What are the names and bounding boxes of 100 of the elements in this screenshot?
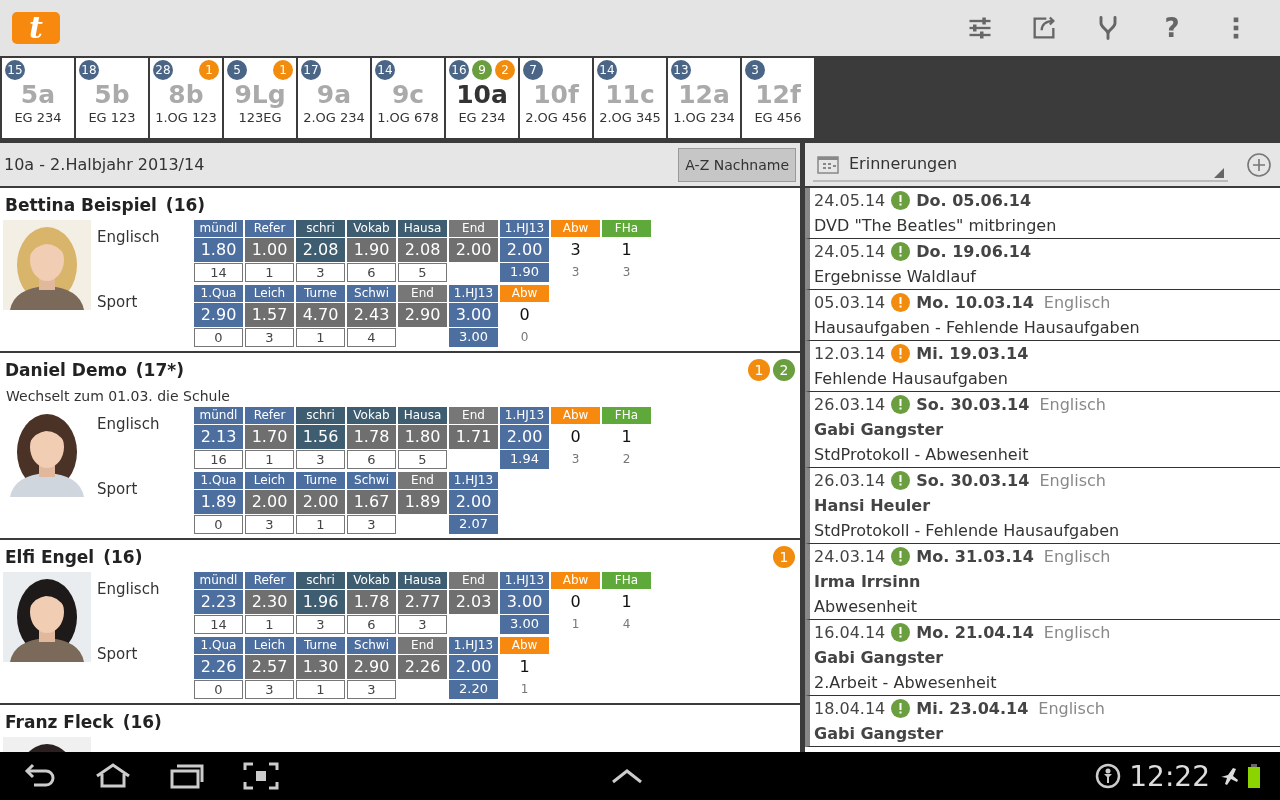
subject-name: Sport (97, 480, 138, 498)
class-tab[interactable]: 5 1 9Lg 123EG (224, 58, 296, 138)
grade-count: 0 (519, 329, 530, 346)
grade-count: 1 (570, 616, 581, 633)
column-header: Hausa (398, 572, 447, 589)
student-count: (16) (165, 195, 206, 215)
grade-value: 2.00 (296, 490, 345, 514)
class-tab[interactable]: 3 12f EG 456 (742, 58, 814, 138)
help-button[interactable]: ? (1140, 13, 1204, 43)
grade-value: 3.00 (500, 590, 549, 614)
column-header: 1.Qua (194, 637, 243, 654)
grade-count: 1 (245, 615, 294, 634)
grade-count: 3 (347, 515, 396, 534)
column-header: 1.Qua (194, 472, 243, 489)
column-header: Vokab (347, 572, 396, 589)
grade-value: 1.78 (347, 425, 396, 449)
class-tab[interactable]: 16 9 2 10a EG 234 (446, 58, 518, 138)
sort-button[interactable]: A-Z Nachname (678, 147, 796, 182)
grade-value: 3 (569, 239, 582, 261)
grade-value: 2.43 (347, 303, 396, 327)
grade-count: 1 (296, 515, 345, 534)
created-date: 05.03.14 (814, 293, 886, 312)
grade-count: 3 (570, 264, 581, 281)
class-tab[interactable]: 28 1 8b 1.OG 123 (150, 58, 222, 138)
column-header: FHa (602, 220, 651, 237)
subject-name: Sport (97, 293, 138, 311)
grade-value: 1 (518, 656, 531, 678)
clock-time: 12:22 (1129, 759, 1210, 793)
student-name: Gabi Gangster (814, 419, 945, 441)
student-name: Gabi Gangster (814, 723, 945, 745)
grade-value: 2.00 (500, 425, 549, 449)
column-header: Abw (500, 637, 549, 654)
due-date: Mo. 10.03.14 (916, 293, 1034, 312)
count-badge: 5 (227, 60, 247, 80)
column-header: End (449, 220, 498, 237)
class-tab[interactable]: 18 5b EG 123 (76, 58, 148, 138)
reminder-text: Abwesenheit (814, 596, 919, 618)
column-header: 1.HJ13 (449, 472, 498, 489)
grade-count: 4 (347, 328, 396, 347)
column-header: Refer (245, 407, 294, 424)
column-header: Leich (245, 637, 294, 654)
count-badge: 14 (375, 60, 395, 80)
grade-count: 5 (398, 450, 447, 469)
grade-value: 1.80 (194, 238, 243, 262)
battery-icon (1248, 764, 1260, 788)
grade-count: 3 (245, 328, 294, 347)
screenshot-icon[interactable] (242, 761, 280, 791)
created-date: 26.03.14 (814, 471, 886, 490)
reminder-subject: Englisch (1043, 293, 1111, 312)
grade-count: 1 (519, 681, 530, 698)
grade-value: 1.70 (245, 425, 294, 449)
grade-value: 0 (569, 591, 582, 613)
grade-value: 2.26 (398, 655, 447, 679)
due-date: Mo. 31.03.14 (916, 547, 1034, 566)
column-header: 1.HJ13 (500, 220, 549, 237)
class-tab[interactable]: 13 12a 1.OG 234 (668, 58, 740, 138)
class-tab[interactable]: 7 10f 2.OG 456 (520, 58, 592, 138)
grade-count: 6 (347, 450, 396, 469)
grade-value: 2.03 (449, 590, 498, 614)
grade-count: 1 (245, 450, 294, 469)
column-header: Abw (500, 285, 549, 302)
column-header: Vokab (347, 220, 396, 237)
grade-count: 0 (194, 515, 243, 534)
count-badge: 2 (495, 60, 515, 80)
student-count: (16) (103, 547, 143, 567)
grade-count: 2 (621, 451, 632, 468)
column-header: schri (296, 572, 345, 589)
grade-value: 2.77 (398, 590, 447, 614)
class-tab[interactable]: 15 5a EG 234 (2, 58, 74, 138)
class-tab[interactable]: 14 11c 2.OG 345 (594, 58, 666, 138)
grade-value: 2.20 (449, 680, 498, 699)
column-header: Abw (551, 407, 600, 424)
grade-count: 4 (621, 616, 632, 633)
dropdown-caret-icon (1214, 167, 1224, 178)
created-date: 18.04.14 (814, 699, 886, 718)
alert-badge: 1 (773, 546, 795, 568)
student-name: Bettina Beispiel (5, 195, 157, 215)
reminder-subject: Englisch (1043, 623, 1111, 642)
grade-value: 2.30 (245, 590, 294, 614)
count-badge: 9 (472, 60, 492, 80)
count-badge: 13 (671, 60, 691, 80)
grade-count: 3 (398, 615, 447, 634)
add-icon[interactable] (1246, 151, 1272, 178)
grade-value: 1 (620, 426, 633, 448)
due-date: So. 30.03.14 (916, 471, 1030, 490)
grade-value: 2.00 (500, 238, 549, 262)
column-header: schri (296, 220, 345, 237)
grade-value: 1 (620, 239, 633, 261)
grade-count: 3 (347, 680, 396, 699)
class-tab[interactable]: 17 9a 2.OG 234 (298, 58, 370, 138)
home-icon[interactable] (94, 761, 132, 791)
class-title: 10a - 2.Halbjahr 2013/14 (4, 155, 206, 174)
count-badge: 14 (597, 60, 617, 80)
class-tab[interactable]: 14 9c 1.OG 678 (372, 58, 444, 138)
column-header: Vokab (347, 407, 396, 424)
column-header: FHa (602, 407, 651, 424)
grade-count: 0 (194, 680, 243, 699)
grade-count: 6 (347, 615, 396, 634)
grade-count: 5 (398, 263, 447, 282)
reminder-text: DVD "The Beatles" mitbringen (814, 215, 1058, 237)
